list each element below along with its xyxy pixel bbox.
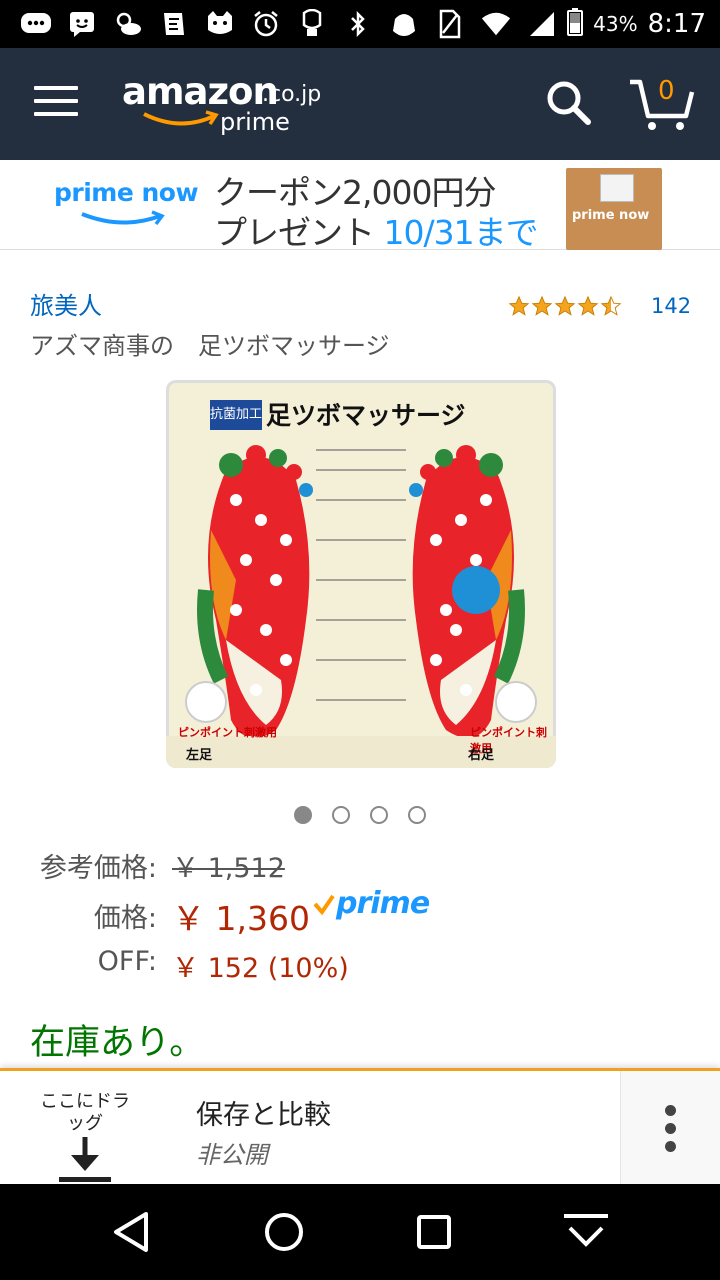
app-header: amazon .co.jp prime 0 (0, 48, 720, 160)
product-image[interactable]: 抗菌加工 足ツボマッサージ ピンポイント刺激用 ピンポイント刺激用 左足 右足 (166, 380, 556, 768)
battery-percent: 43% (593, 12, 638, 36)
bag-label: prime now (572, 208, 650, 223)
product-title: アズマ商事の 足ツボマッサージ (30, 332, 390, 360)
weather-icon (112, 8, 144, 40)
pinpoint-label-left: ピンポイント刺激用 (178, 726, 277, 739)
android-nav-bar (0, 1184, 720, 1280)
list-price-row: 参考価格: ￥ 1,512 (0, 846, 720, 886)
notification-icons (20, 6, 558, 42)
prime-badge: prime (312, 886, 430, 921)
list-price-label: 参考価格: (39, 853, 157, 884)
star-icon (531, 295, 553, 316)
off-label: OFF: (97, 946, 157, 977)
drag-label: ここにドラッグ (40, 1091, 130, 1134)
back-icon[interactable] (102, 1206, 162, 1258)
bag-tag (600, 174, 634, 202)
half-star-icon (600, 295, 622, 316)
star-icon (577, 295, 599, 316)
smile-icon (143, 110, 219, 126)
chat-icon (20, 8, 52, 40)
prime-now-bag-image: prime now (566, 168, 662, 250)
no-sim-icon (434, 8, 466, 40)
prime-now-logo: prime now (54, 178, 199, 207)
bulb-icon (296, 8, 328, 40)
alarm-icon (250, 8, 282, 40)
app-icon (158, 8, 190, 40)
wifi-icon (480, 8, 512, 40)
carousel-dot[interactable] (294, 806, 312, 824)
amazon-logo[interactable]: amazon .co.jp prime (122, 70, 332, 144)
cart-count: 0 (658, 76, 675, 106)
status-bar: 43% 8:17 (0, 0, 720, 48)
clock: 8:17 (647, 9, 706, 39)
logo-text: amazon (122, 70, 279, 113)
prime-label: prime (336, 886, 430, 921)
banner-date: 10/31まで (383, 213, 539, 252)
savings-row: OFF: ￥ 152 (10%) (0, 946, 720, 986)
image-carousel-dots (294, 806, 426, 824)
banner-present-prefix: プレゼント (214, 213, 375, 252)
prime-now-smile-icon (81, 210, 165, 226)
bluetooth-icon (342, 8, 374, 40)
carousel-dot[interactable] (370, 806, 388, 824)
bag-icon (388, 8, 420, 40)
rating-stars[interactable]: 142 (508, 294, 691, 318)
star-icon (508, 295, 530, 316)
signal-icon (526, 8, 558, 40)
rating-count: 142 (651, 294, 692, 318)
list-price-value: ￥ 1,512 (172, 853, 285, 884)
more-options-icon[interactable] (620, 1071, 720, 1184)
carousel-dot[interactable] (332, 806, 350, 824)
save-compare-subtitle: 非公開 (196, 1141, 268, 1169)
message-icon (66, 8, 98, 40)
prime-check-icon (313, 894, 335, 915)
logo-prime: prime (220, 108, 290, 136)
menu-icon[interactable] (34, 86, 78, 122)
download-arrow-icon (59, 1137, 111, 1182)
star-icon (554, 295, 576, 316)
brand-link[interactable]: 旅美人 (30, 286, 102, 321)
price-value: ￥ 1,360 (172, 899, 310, 938)
left-foot-label: 左足 (186, 748, 213, 763)
battery-icon (567, 8, 584, 40)
foot-map-illustration (166, 445, 556, 768)
hide-keyboard-icon[interactable] (556, 1206, 616, 1258)
availability-status: 在庫あり。 (30, 1023, 205, 1063)
search-icon[interactable] (544, 78, 594, 128)
drag-handle[interactable]: ここにドラッグ (30, 1081, 140, 1182)
carousel-dot[interactable] (408, 806, 426, 824)
status-right: 43% 8:17 (567, 6, 706, 42)
price-label: 価格: (93, 903, 157, 934)
right-foot-label: 右足 (468, 748, 495, 763)
off-value: ￥ 152 (10%) (172, 953, 349, 984)
cat-icon (204, 8, 236, 40)
banner-present-text: プレゼント 10/31まで (214, 206, 539, 254)
recents-icon[interactable] (404, 1206, 464, 1258)
save-compare-panel: ここにドラッグ 保存と比較 非公開 (0, 1068, 720, 1184)
logo-tld: .co.jp (262, 82, 322, 107)
cart-icon[interactable]: 0 (628, 76, 696, 132)
home-icon[interactable] (254, 1206, 314, 1258)
save-compare-title[interactable]: 保存と比較 (196, 1093, 331, 1132)
prime-now-banner[interactable]: prime now クーポン2,000円分 プレゼント 10/31まで prim… (0, 160, 720, 252)
